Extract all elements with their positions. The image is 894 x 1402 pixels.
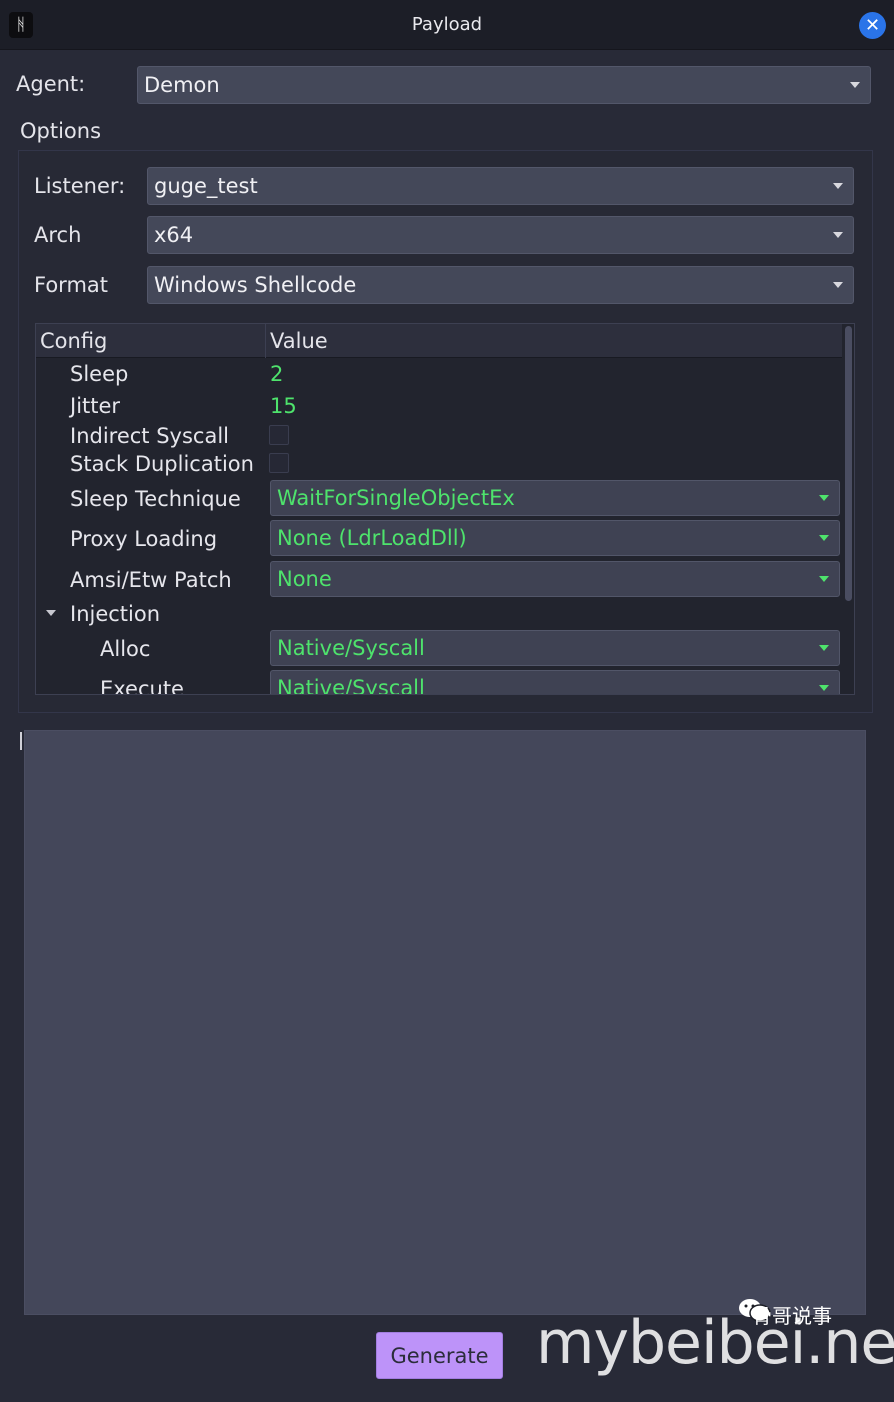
tree-scrollbar-thumb[interactable]: [845, 326, 852, 601]
title-bar: ᚻ Payload ✕: [0, 0, 894, 50]
config-header-label: Config: [40, 329, 108, 353]
value-header-label: Value: [270, 329, 328, 353]
tree-header: Config Value: [36, 324, 842, 358]
agent-select[interactable]: Demon: [137, 66, 871, 104]
agent-label: Agent:: [16, 72, 86, 96]
close-icon[interactable]: ✕: [859, 12, 886, 39]
chevron-down-icon: [833, 282, 843, 288]
chevron-down-icon: [819, 576, 829, 582]
chevron-down-icon: [819, 645, 829, 651]
options-group: Listener: guge_test Arch x64 Format Wind…: [18, 150, 873, 713]
proxy-loading-label: Proxy Loading: [70, 527, 218, 551]
alloc-select[interactable]: Native/Syscall: [270, 630, 840, 666]
arch-select[interactable]: x64: [147, 216, 854, 254]
sleep-value[interactable]: 2: [270, 362, 283, 386]
chevron-down-icon: [819, 495, 829, 501]
generate-button-label: Generate: [390, 1344, 489, 1368]
format-value: Windows Shellcode: [154, 273, 357, 297]
chevron-down-icon: [833, 232, 843, 238]
stack-duplication-label: Stack Duplication: [70, 452, 254, 476]
injection-expander[interactable]: [36, 610, 66, 620]
amsi-etw-patch-label: Amsi/Etw Patch: [70, 568, 232, 592]
listener-value: guge_test: [154, 174, 258, 198]
execute-label: Execute: [100, 677, 184, 695]
options-title: Options: [20, 119, 102, 143]
listener-select[interactable]: guge_test: [147, 167, 854, 205]
alloc-value: Native/Syscall: [277, 636, 425, 660]
arch-value: x64: [154, 223, 194, 247]
tree-scrollbar[interactable]: [842, 324, 854, 694]
payload-dialog: Agent: Demon Options Listener: guge_test…: [0, 50, 894, 1402]
amsi-etw-patch-select[interactable]: None: [270, 561, 840, 597]
arch-label: Arch: [34, 223, 82, 247]
generate-button[interactable]: Generate: [376, 1332, 503, 1379]
sleep-technique-value: WaitForSingleObjectEx: [277, 486, 515, 510]
chevron-down-icon: [46, 610, 56, 616]
window-title: Payload: [411, 14, 483, 35]
proxy-loading-value: None (LdrLoadDll): [277, 526, 467, 550]
alloc-label: Alloc: [100, 637, 151, 661]
stack-duplication-checkbox[interactable]: [269, 453, 289, 473]
sleep-technique-select[interactable]: WaitForSingleObjectEx: [270, 480, 840, 516]
watermark-site: mybeibei.net: [536, 1308, 894, 1378]
injection-label[interactable]: Injection: [70, 602, 160, 626]
sleep-label: Sleep: [70, 362, 129, 386]
chevron-down-icon: [850, 82, 860, 88]
agent-value: Demon: [144, 73, 220, 97]
sleep-technique-label: Sleep Technique: [70, 487, 241, 511]
jitter-label: Jitter: [70, 394, 121, 418]
config-tree[interactable]: Config Value Sleep 2 Jitter 15 Indirect …: [35, 323, 855, 695]
output-textarea[interactable]: [24, 730, 866, 1315]
chevron-down-icon: [819, 685, 829, 691]
chevron-down-icon: [833, 183, 843, 189]
amsi-etw-patch-value: None: [277, 567, 332, 591]
listener-label: Listener:: [34, 174, 126, 198]
execute-select[interactable]: Native/Syscall: [270, 670, 840, 695]
execute-value: Native/Syscall: [277, 676, 425, 695]
proxy-loading-select[interactable]: None (LdrLoadDll): [270, 520, 840, 556]
jitter-value[interactable]: 15: [270, 394, 297, 418]
indirect-syscall-label: Indirect Syscall: [70, 424, 229, 448]
value-column-header[interactable]: Value: [266, 324, 842, 358]
config-column-header[interactable]: Config: [36, 324, 266, 358]
text-cursor: [20, 732, 22, 750]
format-select[interactable]: Windows Shellcode: [147, 266, 854, 304]
chevron-down-icon: [819, 535, 829, 541]
format-label: Format: [34, 273, 109, 297]
indirect-syscall-checkbox[interactable]: [269, 425, 289, 445]
